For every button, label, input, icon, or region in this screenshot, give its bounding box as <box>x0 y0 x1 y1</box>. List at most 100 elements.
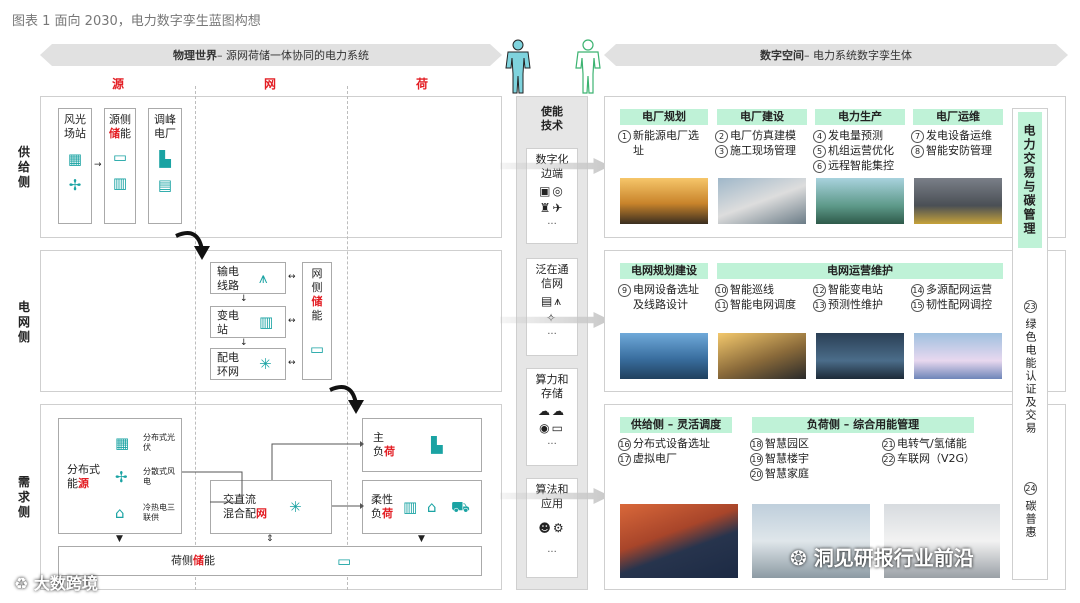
battery-icon: ▭ <box>309 340 325 358</box>
list-item: 21 电转气/氢储能 <box>882 436 975 451</box>
distributed-energy-box: 分布式 能源 ▦ 分布式光伏 ✢ 分散式风电 ⌂ 冷热电三联供 <box>58 418 182 534</box>
factory-icon: ▙ <box>431 436 443 454</box>
item-text: 智能巡线 <box>730 283 774 296</box>
label-part: 负 <box>371 507 382 520</box>
list-item: 10 智能巡线 <box>715 282 796 297</box>
list-item: 及线路设计 <box>618 297 699 312</box>
main-load-box: 主 负荷 ▙ <box>362 418 482 472</box>
label-part: 源侧 <box>109 113 131 126</box>
wind-turbine-icon: ✢ <box>115 468 128 486</box>
label-red: 储 <box>109 127 120 140</box>
item-number: 19 <box>750 452 763 466</box>
item-number: 15 <box>911 298 924 312</box>
watermark-text: 洞见研报行业前沿 <box>813 546 974 570</box>
list-item: 13 预测性维护 <box>813 297 883 312</box>
item-text: 址 <box>633 144 644 157</box>
list-item: 4 发电量预测 <box>813 128 894 143</box>
hydro-dam-icon: ▥ <box>112 174 128 192</box>
ev-car-icon: ⛟ <box>451 498 470 516</box>
card-more: ... <box>547 436 557 447</box>
solar-panel-icon: ▦ <box>115 434 130 452</box>
item-number: 3 <box>715 144 728 158</box>
photo-inspection <box>718 333 806 379</box>
item-number: 20 <box>750 467 763 481</box>
item-text: 车联网（V2G） <box>897 452 976 465</box>
list-item: 2 电厂仿真建模 <box>715 128 796 143</box>
item-number: 18 <box>750 437 763 451</box>
curved-arrow-icon <box>175 231 210 260</box>
item-text: 智慧园区 <box>765 437 809 450</box>
label-red: 储 <box>193 554 204 567</box>
curved-arrow-icon <box>329 385 364 414</box>
group-items: 12 智能变电站 13 预测性维护 <box>813 282 883 312</box>
grid-storage-box: 网侧 储 能 ▭ <box>302 262 332 380</box>
label-part: 荷侧 <box>171 554 193 567</box>
arrow-icon: ↔ <box>288 272 296 282</box>
wind-pv-station-box: 风光场站 ▦ ✢ <box>58 108 92 224</box>
arrow-icon: ↓ <box>240 294 248 304</box>
robot-drone-icon: ♜✈ <box>539 201 565 215</box>
group-header-energy-management: 负荷侧 – 综合用能管理 <box>752 417 974 433</box>
item-text: 施工现场管理 <box>730 144 796 157</box>
flexible-load-box: 柔性 负荷 ▥ ⌂ ⛟ <box>362 480 482 534</box>
enabler-card-compute: 算力和存储 ☁☁ ◉▭ ... <box>526 368 578 466</box>
label-part: 能 <box>120 127 131 140</box>
demand-connectors <box>182 441 364 509</box>
item-number: 1 <box>618 129 631 143</box>
list-item: 11 智能电网调度 <box>715 297 796 312</box>
arrow-icon: ↔ <box>288 358 296 368</box>
card-label: 泛在通信网 <box>535 263 569 290</box>
list-item: 17 虚拟电厂 <box>618 451 710 466</box>
item-number: 14 <box>911 283 924 297</box>
transmission-box: 输电线路 ⩚ <box>210 262 286 294</box>
list-item: 20 智慧家庭 <box>750 466 809 481</box>
list-item: 6 远程智能集控 <box>813 158 894 173</box>
card-more: ... <box>547 216 557 227</box>
substation-icon: ▥ <box>259 313 274 331</box>
main-load-label: 主 负荷 <box>373 431 403 459</box>
battery-icon: ▭ <box>112 148 128 166</box>
item-number: 4 <box>813 129 826 143</box>
group-items: 14 多源配网运营 15 韧性配网调控 <box>911 282 992 312</box>
group-header-flexible-dispatch: 供给侧 – 灵活调度 <box>620 417 732 433</box>
enablers-title: 使能技术 <box>541 105 563 132</box>
item-text: 电厂仿真建模 <box>730 129 796 142</box>
physical-world-banner: 物理世界 – 源网荷储一体协同的电力系统 <box>40 44 502 66</box>
label-red: 荷 <box>382 507 393 520</box>
photo-wind-farm <box>620 178 708 224</box>
item-number: 8 <box>911 144 924 158</box>
wind-pv-label: 风光场站 <box>64 113 86 140</box>
pv-label: 分布式光伏 <box>143 433 175 452</box>
row-label-text: 需求侧 <box>17 475 30 519</box>
peak-plant-box: 调峰电厂 ▙ ▤ <box>148 108 182 224</box>
group-items: 10 智能巡线 11 智能电网调度 <box>715 282 796 312</box>
photo-distribution <box>914 333 1002 379</box>
photo-maintenance <box>914 178 1002 224</box>
column-grid: 网 <box>263 77 276 91</box>
wind-label: 分散式风电 <box>143 467 175 486</box>
server-vr-icon: ◉▭ <box>539 421 565 435</box>
item-number: 24 <box>1024 482 1037 495</box>
item-text: 电网设备选址 <box>633 283 699 296</box>
item-number: 22 <box>882 452 895 466</box>
list-item: 9 电网设备选址 <box>618 282 699 297</box>
label-red: 源 <box>78 477 89 490</box>
solar-panel-icon: ▦ <box>67 150 83 168</box>
list-item: 15 韧性配网调控 <box>911 297 992 312</box>
list-item: 14 多源配网运营 <box>911 282 992 297</box>
list-item: 7 发电设备运维 <box>911 128 992 143</box>
battery-icon: ▭ <box>337 552 352 570</box>
substation-label: 变电站 <box>217 309 239 336</box>
card-label: 算力和存储 <box>535 373 569 400</box>
label-red: 荷 <box>384 445 395 458</box>
item-number: 12 <box>813 283 826 297</box>
group-items: 9 电网设备选址 及线路设计 <box>618 282 699 312</box>
carbon-item-text: 绿色电能认证及交易 <box>1024 318 1037 435</box>
banner-bold: 物理世界 <box>173 49 217 62</box>
group-header-grid-planning: 电网规划建设 <box>620 263 708 279</box>
item-text: 电转气/氢储能 <box>897 437 967 450</box>
row-label-text: 供给侧 <box>17 145 30 189</box>
list-item: 8 智能安防管理 <box>911 143 992 158</box>
card-more: ... <box>547 544 557 555</box>
item-text: 分布式设备选址 <box>633 437 710 450</box>
